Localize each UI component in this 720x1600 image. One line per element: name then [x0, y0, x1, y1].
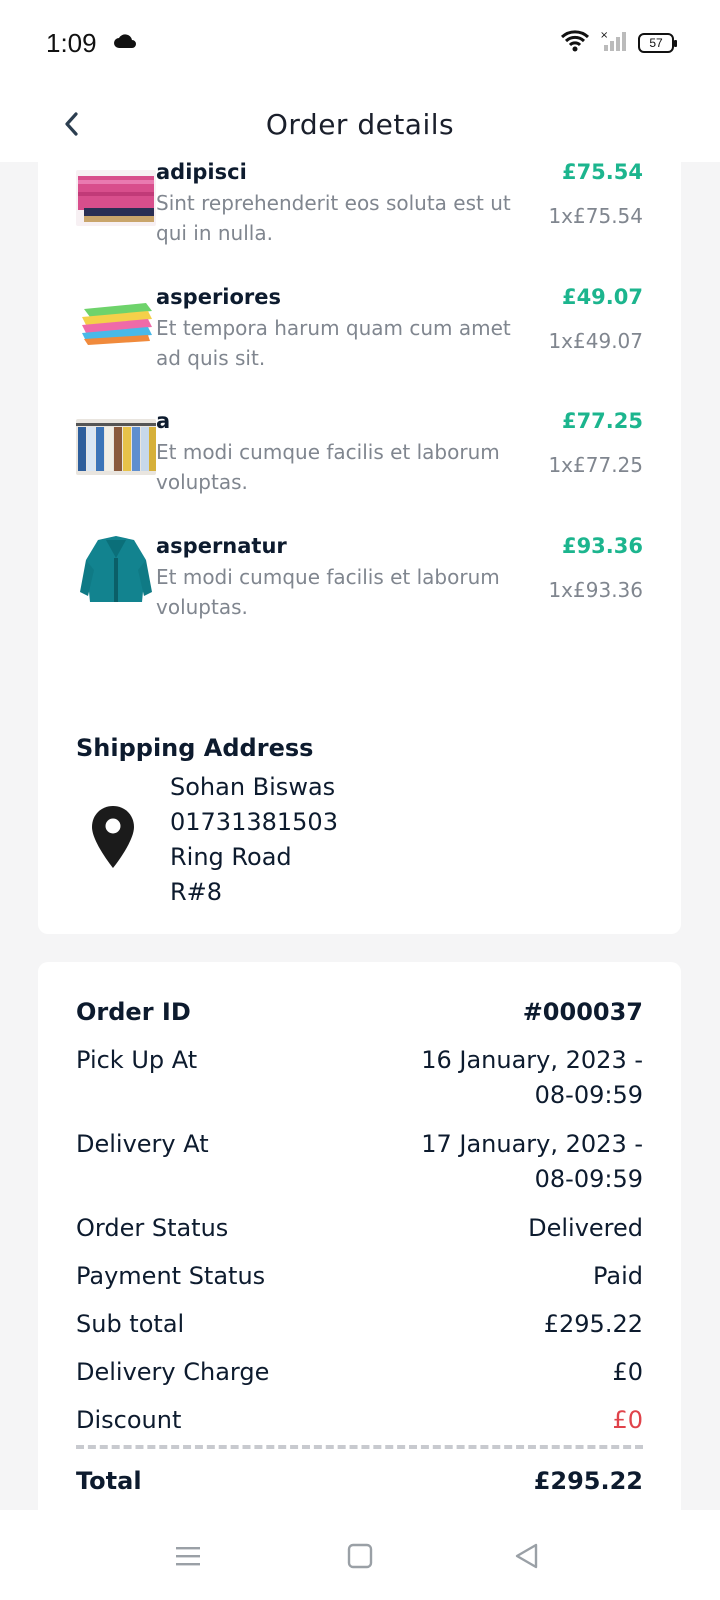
status-right: × 57 [560, 29, 677, 57]
svg-text:×: × [600, 30, 608, 41]
delivery-label: Delivery At [76, 1130, 209, 1158]
shipping-address-heading: Shipping Address [76, 734, 314, 762]
discount-label: Discount [76, 1406, 182, 1434]
pickup-date: 16 January, 2023 - [421, 1046, 643, 1074]
order-status-value: Delivered [528, 1214, 643, 1242]
back-triangle-icon [515, 1543, 538, 1569]
delivery-value: 17 January, 2023 - 08-09:59 [421, 1127, 643, 1197]
item-image [76, 170, 156, 226]
item-name: a [156, 409, 171, 433]
status-left: 1:09 [46, 28, 137, 59]
order-item[interactable]: adipisci Sint reprehenderit eos soluta e… [76, 162, 643, 260]
total-value: £295.22 [533, 1467, 643, 1495]
order-status-label: Order Status [76, 1214, 229, 1242]
recipient-phone: 01731381503 [170, 808, 338, 836]
payment-status-label: Payment Status [76, 1262, 266, 1290]
order-item[interactable]: aspernatur Et modi cumque facilis et lab… [76, 530, 643, 634]
delivery-time: 08-09:59 [534, 1165, 643, 1193]
item-image [76, 530, 156, 610]
delivery-charge-value: £0 [612, 1358, 643, 1386]
discount-value: £0 [612, 1406, 643, 1434]
total-row: Total £295.22 [76, 1464, 643, 1499]
menu-icon [176, 1547, 200, 1566]
chevron-left-icon [65, 112, 78, 136]
item-quantity: 1x£93.36 [548, 578, 643, 602]
status-bar: 1:09 × 57 [0, 0, 720, 86]
item-image [76, 295, 156, 351]
menu-nav-button[interactable] [168, 1536, 208, 1576]
total-label: Total [76, 1467, 142, 1495]
item-name: aspernatur [156, 534, 287, 558]
cloud-icon [113, 33, 137, 53]
address-street: Ring Road [170, 843, 292, 871]
subtotal-row: Sub total £295.22 [76, 1307, 643, 1342]
order-item[interactable]: asperiores Et tempora harum quam cum ame… [76, 285, 643, 385]
order-id-row: Order ID #000037 [76, 995, 643, 1030]
signal-icon: × [600, 29, 628, 57]
back-nav-button[interactable] [506, 1536, 546, 1576]
address-lines: Sohan Biswas 01731381503 Ring Road R#8 [170, 770, 338, 910]
home-square-icon [347, 1543, 373, 1569]
home-nav-button[interactable] [340, 1536, 380, 1576]
delivery-date: 17 January, 2023 - [421, 1130, 643, 1158]
delivery-charge-label: Delivery Charge [76, 1358, 270, 1386]
subtotal-label: Sub total [76, 1310, 185, 1338]
item-image [76, 419, 156, 475]
battery-icon: 57 [638, 33, 677, 53]
item-price: £49.07 [561, 285, 643, 309]
item-name: adipisci [156, 162, 247, 184]
item-description: Et modi cumque facilis et laborum volupt… [156, 565, 500, 619]
order-id-value: #000037 [522, 998, 643, 1026]
pickup-value: 16 January, 2023 - 08-09:59 [421, 1043, 643, 1113]
app-header: Order details [0, 86, 720, 162]
pickup-time: 08-09:59 [534, 1081, 643, 1109]
item-quantity: 1x£77.25 [548, 453, 643, 477]
shipping-address-card: Shipping Address Sohan Biswas 0173138150… [38, 704, 681, 934]
subtotal-value: £295.22 [543, 1310, 643, 1338]
status-time: 1:09 [46, 27, 97, 58]
location-pin-icon [90, 804, 136, 870]
item-price: £93.36 [561, 534, 643, 558]
order-summary-card: Order ID #000037 Pick Up At 16 January, … [38, 962, 681, 1510]
address-house: R#8 [170, 878, 223, 906]
payment-status-value: Paid [592, 1262, 643, 1290]
order-status-row: Order Status Delivered [76, 1211, 643, 1246]
item-price: £77.25 [561, 409, 643, 433]
pickup-label: Pick Up At [76, 1046, 198, 1074]
pickup-row: Pick Up At 16 January, 2023 - 08-09:59 [76, 1043, 643, 1113]
item-description: Et modi cumque facilis et laborum volupt… [156, 440, 500, 494]
wifi-icon [560, 29, 590, 57]
item-quantity: 1x£49.07 [548, 329, 643, 353]
payment-status-row: Payment Status Paid [76, 1259, 643, 1294]
order-content[interactable]: adipisci Sint reprehenderit eos soluta e… [0, 162, 720, 1510]
recipient-name: Sohan Biswas [170, 773, 336, 801]
item-quantity: 1x£75.54 [548, 204, 643, 228]
item-description: Et tempora harum quam cum amet ad quis s… [156, 316, 511, 370]
summary-divider [76, 1445, 643, 1449]
page-title: Order details [265, 107, 455, 141]
delivery-row: Delivery At 17 January, 2023 - 08-09:59 [76, 1127, 643, 1197]
discount-row: Discount £0 [76, 1403, 643, 1438]
back-button[interactable] [52, 104, 92, 144]
item-price: £75.54 [561, 162, 643, 184]
order-item[interactable]: a Et modi cumque facilis et laborum volu… [76, 409, 643, 509]
item-name: asperiores [156, 285, 282, 309]
system-nav-bar [0, 1510, 720, 1600]
delivery-charge-row: Delivery Charge £0 [76, 1355, 643, 1390]
item-description: Sint reprehenderit eos soluta est ut qui… [156, 191, 511, 245]
order-id-label: Order ID [76, 998, 191, 1026]
